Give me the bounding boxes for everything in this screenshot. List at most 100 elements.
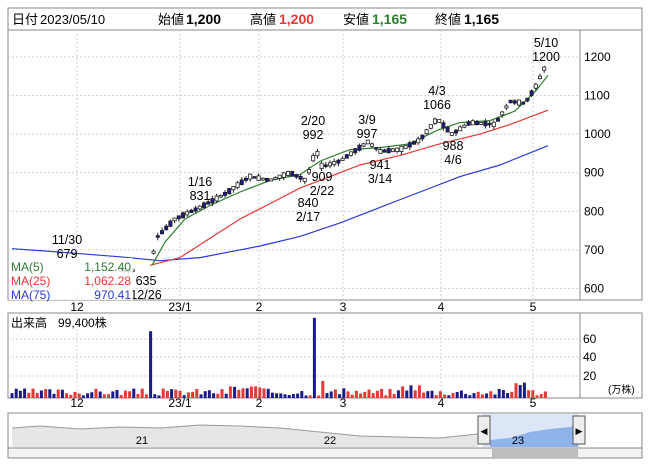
price-x-tick: 4 (438, 300, 445, 314)
candle-body (369, 143, 374, 147)
candle-body (197, 205, 202, 210)
volume-bar (283, 394, 287, 398)
volume-bar (212, 393, 216, 398)
candle-body (495, 118, 500, 122)
volume-bar (325, 393, 329, 398)
low-value: 1,165 (372, 11, 407, 27)
navigator-scrollbar-thumb[interactable] (492, 449, 578, 457)
candle-body (155, 235, 160, 238)
candle-body (533, 83, 538, 89)
volume-bar (489, 391, 493, 398)
candle-body (466, 121, 471, 126)
volume-bar (216, 393, 220, 398)
volume-bar (426, 391, 430, 398)
price-annotation-text: 3/9 (358, 113, 375, 127)
price-annotation-text: 988 (443, 139, 464, 153)
volume-bar (430, 390, 434, 398)
candle-body (327, 162, 332, 167)
low-label: 安値 (343, 12, 369, 27)
volume-bar (132, 388, 136, 398)
stock-chart-window: 日付 2023/05/10 始値 1,200 高値 1,200 安値 1,165… (0, 0, 653, 470)
candle-body (361, 143, 366, 147)
volume-bar (115, 389, 119, 398)
volume-x-tick: 2 (256, 396, 263, 410)
price-annotation-text: 12/26 (130, 288, 161, 302)
candle-body (256, 175, 261, 182)
volume-bar (233, 386, 237, 398)
volume-bar (27, 392, 31, 398)
volume-bar (405, 390, 409, 398)
candle-body (193, 207, 198, 212)
price-annotation-text: 992 (303, 128, 324, 142)
volume-bar (312, 317, 316, 398)
volume-unit: (万株) (608, 383, 635, 396)
candle-body (483, 121, 488, 127)
volume-bar (371, 393, 375, 398)
candle-body (529, 90, 534, 96)
volume-bar (493, 394, 497, 398)
candle-body (428, 124, 433, 129)
candle-body (390, 148, 395, 152)
price-annotation-text: 909 (312, 170, 333, 184)
volume-bar (304, 395, 308, 398)
candle-body (302, 177, 307, 182)
volume-bar (459, 390, 463, 398)
volume-tick-20: 20 (583, 369, 597, 383)
price-y-tick: 900 (584, 166, 604, 180)
volume-panel: 出来高 99,400株 60 40 20 (万株) (7, 312, 643, 399)
volume-bar (350, 394, 354, 398)
candle-body (306, 169, 311, 174)
candle-body (264, 177, 269, 182)
price-annotation-text: 11/30 (52, 233, 82, 247)
volume-bar (90, 392, 94, 398)
volume-bar (480, 394, 484, 398)
volume-bar (518, 385, 522, 398)
left-handle-arrow-icon: ◀ (481, 426, 488, 436)
price-y-tick: 1200 (584, 50, 611, 64)
navigator-label-23: 23 (512, 435, 524, 447)
candle-body (273, 177, 278, 180)
ma-legend: MA(5) 1,152.40 MA(25) 1,062.28 MA(75) 97… (9, 258, 133, 302)
volume-bar (266, 388, 270, 398)
open-value: 1,200 (186, 11, 221, 27)
candle-body (479, 122, 484, 125)
candle-body (474, 121, 479, 126)
volume-bar (86, 393, 90, 398)
ma5-value: 1,152.40 (84, 260, 131, 274)
price-x-tick: 2 (256, 300, 263, 314)
candle-body (210, 198, 215, 204)
price-annotation-text: 1/16 (188, 175, 212, 189)
volume-bar (199, 394, 203, 398)
candle-body (176, 215, 181, 220)
volume-bar (279, 393, 283, 398)
price-x-axis: 12 23/1 2 3 4 5 (70, 300, 536, 314)
volume-bar (510, 391, 514, 398)
volume-bar (296, 393, 300, 398)
volume-bar (224, 393, 228, 398)
candle-body (311, 155, 316, 162)
volume-bar (48, 389, 52, 398)
volume-bar (249, 386, 253, 398)
candle-body (294, 174, 299, 178)
candle-body (248, 173, 253, 180)
volume-bar (23, 388, 27, 398)
price-x-tick: 12 (70, 300, 84, 314)
volume-bar (52, 393, 56, 398)
navigator[interactable]: ◀ ▶ 21 22 23 (7, 412, 643, 459)
open-label: 始値 (158, 12, 184, 27)
volume-bar (455, 392, 459, 398)
volume-bar (308, 395, 312, 398)
volume-bar (153, 394, 157, 398)
candle-body (269, 178, 274, 182)
volume-bar (149, 331, 153, 398)
candle-body (214, 195, 219, 202)
volume-tick-60: 60 (583, 332, 597, 346)
volume-bar (363, 391, 367, 398)
volume-bar (539, 394, 543, 398)
price-y-tick: 1100 (584, 89, 610, 103)
candle-body (512, 100, 517, 104)
price-annotation-text: 4/6 (444, 153, 461, 167)
candle-body (218, 194, 223, 198)
right-handle-arrow-icon: ▶ (576, 426, 583, 436)
volume-label: 出来高 (11, 315, 47, 330)
